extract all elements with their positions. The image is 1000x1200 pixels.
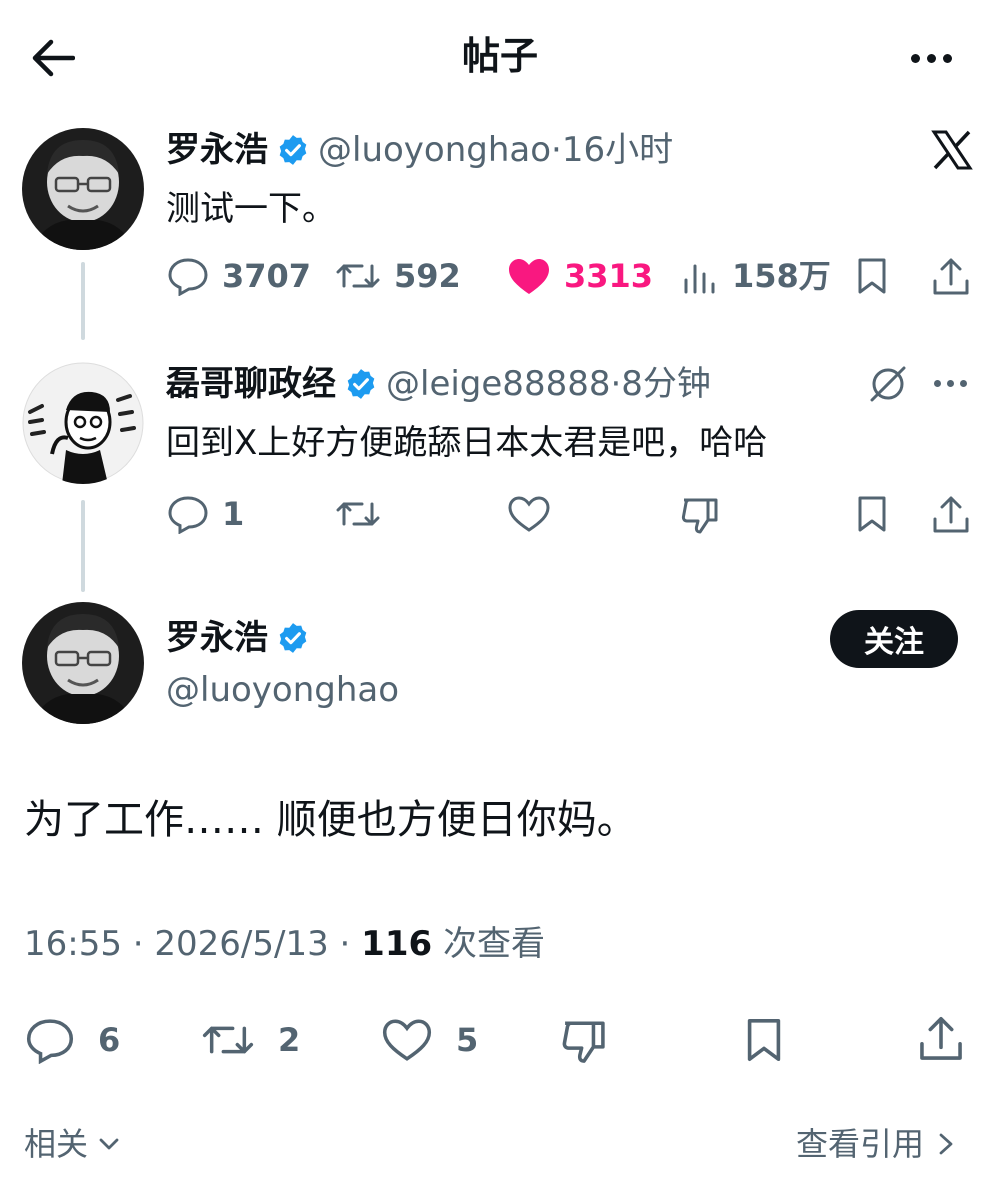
tweet-text: 为了工作…… 顺便也方便日你妈。 <box>24 797 637 843</box>
chevron-down-icon <box>99 1138 119 1150</box>
dislike-icon <box>681 498 718 534</box>
author-handle[interactable]: @luoyonghao <box>166 668 399 712</box>
like-button[interactable]: 5 <box>380 1016 478 1064</box>
like-count: 5 <box>456 1021 479 1059</box>
like-icon <box>382 1019 432 1061</box>
repost-count: 2 <box>278 1021 301 1059</box>
repost-button[interactable]: 592 <box>334 256 461 296</box>
verified-icon <box>279 135 307 165</box>
more-button[interactable] <box>896 30 966 86</box>
tweet-meta: 16:55 · 2026/5/13 · 116 次查看 <box>24 920 545 968</box>
post-time: ·8分钟 <box>610 364 711 404</box>
related-label: 相关 <box>24 1125 89 1163</box>
author-name[interactable]: 磊哥聊政经 <box>166 362 336 406</box>
reply-count: 1 <box>222 495 245 533</box>
repost-icon <box>336 264 380 288</box>
bookmark-icon <box>747 1019 781 1061</box>
author-handle[interactable]: @luoyonghao <box>318 128 551 172</box>
share-button[interactable] <box>930 256 972 298</box>
avatar[interactable] <box>22 362 144 484</box>
tweet-more-button[interactable] <box>934 380 967 387</box>
verified-icon <box>279 623 307 653</box>
reply-button[interactable]: 3707 <box>166 256 311 296</box>
repost-icon <box>336 502 380 526</box>
dislike-button[interactable] <box>558 1016 610 1066</box>
thread-line <box>81 262 85 340</box>
more-icon <box>934 380 941 387</box>
dislike-icon <box>562 1021 605 1063</box>
repost-button[interactable] <box>334 494 382 534</box>
page-title: 帖子 <box>461 34 538 78</box>
like-icon <box>508 496 550 532</box>
share-button[interactable] <box>930 494 972 536</box>
view-quotes-label: 查看引用 <box>796 1125 925 1163</box>
views-count: 116 <box>361 924 433 964</box>
avatar[interactable] <box>22 602 144 724</box>
author-name[interactable]: 罗永浩 <box>166 128 268 172</box>
reply-count: 3707 <box>222 257 312 295</box>
author-name[interactable]: 罗永浩 <box>166 616 268 660</box>
views-icon <box>684 264 715 294</box>
bookmark-icon <box>858 496 886 532</box>
reply-icon <box>168 258 208 296</box>
post-time: ·16小时 <box>551 130 674 170</box>
dislike-button[interactable] <box>678 494 722 536</box>
thread-line <box>81 500 85 592</box>
repost-count: 592 <box>394 257 461 295</box>
like-button[interactable]: 3313 <box>506 256 653 296</box>
like-count: 3313 <box>564 257 654 295</box>
follow-button[interactable]: 关注 <box>830 610 958 668</box>
share-icon <box>920 1016 962 1060</box>
avatar[interactable] <box>22 128 144 250</box>
chevron-right-icon <box>939 1133 953 1155</box>
verified-icon <box>347 369 375 399</box>
bookmark-button[interactable] <box>740 1016 788 1064</box>
like-icon <box>509 259 549 294</box>
bookmark-button[interactable] <box>852 494 892 534</box>
repost-button[interactable]: 2 <box>200 1016 300 1064</box>
views-button[interactable]: 158万 <box>680 256 831 296</box>
view-quotes-link[interactable]: 查看引用 <box>796 1120 958 1168</box>
reply-button[interactable]: 6 <box>24 1016 120 1064</box>
reply-icon <box>26 1019 74 1064</box>
more-icon <box>910 53 920 63</box>
share-icon <box>933 258 969 295</box>
grok-button[interactable] <box>866 362 910 406</box>
views-count: 158万 <box>732 257 831 295</box>
like-button[interactable] <box>506 494 552 534</box>
author-handle[interactable]: @leige88888 <box>386 362 610 406</box>
bookmark-icon <box>858 258 886 294</box>
repost-icon <box>202 1026 254 1054</box>
related-toggle[interactable]: 相关 <box>24 1120 122 1168</box>
reply-count: 6 <box>98 1021 121 1059</box>
views-label: 次查看 <box>432 924 545 964</box>
tweet-text: 回到X上好方便跪舔日本太君是吧，哈哈 <box>166 423 768 463</box>
reply-button[interactable]: 1 <box>166 494 244 534</box>
share-button[interactable] <box>916 1014 966 1064</box>
grok-icon <box>870 366 906 402</box>
tweet-text: 测试一下。 <box>166 189 336 229</box>
share-icon <box>933 496 969 533</box>
bookmark-button[interactable] <box>852 256 892 296</box>
post-timestamp[interactable]: 16:55 · 2026/5/13 · <box>24 924 361 964</box>
x-logo-icon <box>930 128 974 172</box>
reply-icon <box>168 496 208 534</box>
